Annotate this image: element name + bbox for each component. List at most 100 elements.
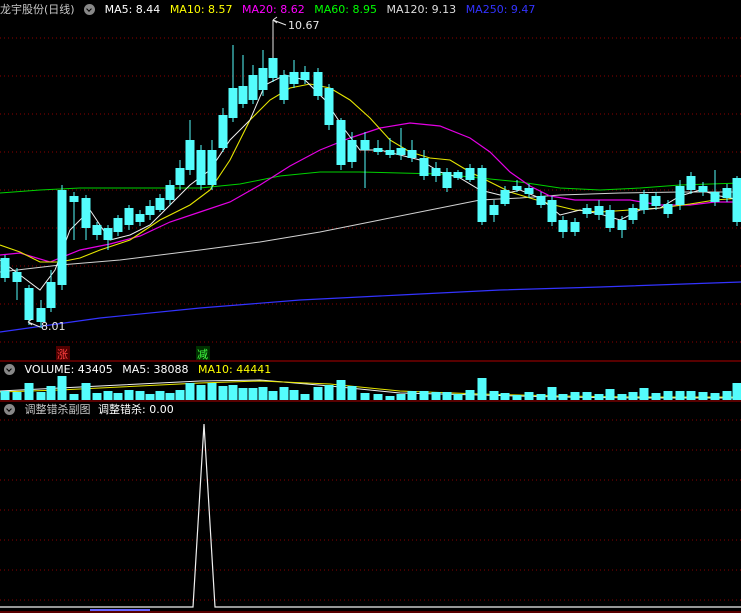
candle-body [500,190,510,204]
candle-body [196,150,206,185]
candle-body [92,225,102,235]
volume-bar [103,391,113,400]
candle-body [46,282,56,308]
candle-body [360,140,370,150]
volume-bar [639,388,649,400]
candle-body [228,88,238,118]
volume-bar [524,392,534,400]
candle-body [347,140,357,162]
volume-bar [489,391,499,400]
candle-body [698,186,708,192]
high-arrow-icon [272,16,287,26]
volume-bar [396,394,406,400]
candle-body [279,75,289,100]
volume-bar [289,390,299,400]
candlesticks [0,20,741,328]
candle-body [477,168,487,222]
volume-bar [207,383,217,400]
volume-bar [113,393,123,400]
candle-body [524,188,534,194]
volume-bar [605,389,615,400]
volume-bar [300,394,310,400]
candle-body [165,185,175,200]
volume-bar [258,387,268,400]
volume-bar [500,393,510,400]
candle-body [145,206,155,215]
candle-body [686,176,696,190]
candle-body [373,148,383,152]
chart-canvas[interactable]: 10.67 8.01 涨 减 [0,0,741,613]
ma250-line [0,281,741,333]
volume-bar [582,392,592,400]
volume-bar [698,392,708,400]
volume-bar [268,391,278,400]
candle-body [722,188,732,198]
volume-bar [594,394,604,400]
candle-body [536,196,546,205]
volume-bar [617,394,627,400]
ma60-line [0,171,741,194]
volume-bar [0,391,10,400]
volume-bar [558,394,568,400]
candle-body [248,75,258,100]
volume-bar [570,392,580,400]
grid-lines [0,37,741,601]
signal-badges: 涨 减 [56,346,210,361]
high-price-label: 10.67 [288,19,320,32]
volume-bar [431,392,441,400]
volume-bar [465,390,475,400]
candle-body [639,194,649,210]
candle-body [558,220,568,232]
candle-body [289,72,299,84]
volume-bar [81,383,91,400]
volume-bar [248,388,258,400]
volume-bar [218,386,228,400]
volume-bar [69,394,79,400]
candle-body [324,88,334,125]
candle-body [651,196,661,206]
candle-body [300,72,310,80]
candle-body [218,115,228,148]
candle-body [442,172,452,188]
volume-bar [155,391,165,400]
ma5-line [0,74,741,291]
sub-indicator-line [0,423,741,608]
volume-bar [175,390,185,400]
volume-bar [373,394,383,400]
candle-body [175,168,185,185]
candle-body [489,205,499,215]
volume-bar [165,393,175,400]
volume-bar [385,396,395,400]
candle-body [12,272,22,282]
volume-bar [313,387,323,400]
volume-bar [547,387,557,400]
candle-body [675,186,685,205]
candle-body [594,206,604,215]
candle-body [258,68,268,90]
candle-body [336,120,346,165]
volume-bar [228,385,238,400]
volume-bar [347,386,357,400]
volume-bar [185,383,195,400]
volume-bar [92,393,102,400]
candle-body [135,214,145,222]
sub-indicator [0,423,741,611]
candle-body [24,288,34,320]
candle-body [313,72,323,96]
volume-bars [0,376,741,400]
volume-bar [419,391,429,400]
candle-body [57,190,67,285]
volume-bar [442,392,452,400]
volume-bar [279,387,289,400]
volume-bar [46,386,56,400]
candle-body [547,200,557,222]
volume-bar [135,391,145,400]
candle-body [0,258,10,278]
volume-bar [628,392,638,400]
candle-body [268,58,278,78]
candle-body [396,148,406,155]
low-price-label: 8.01 [41,320,66,333]
candle-body [605,210,615,228]
candle-body [185,140,195,170]
down-badge: 减 [197,348,208,361]
